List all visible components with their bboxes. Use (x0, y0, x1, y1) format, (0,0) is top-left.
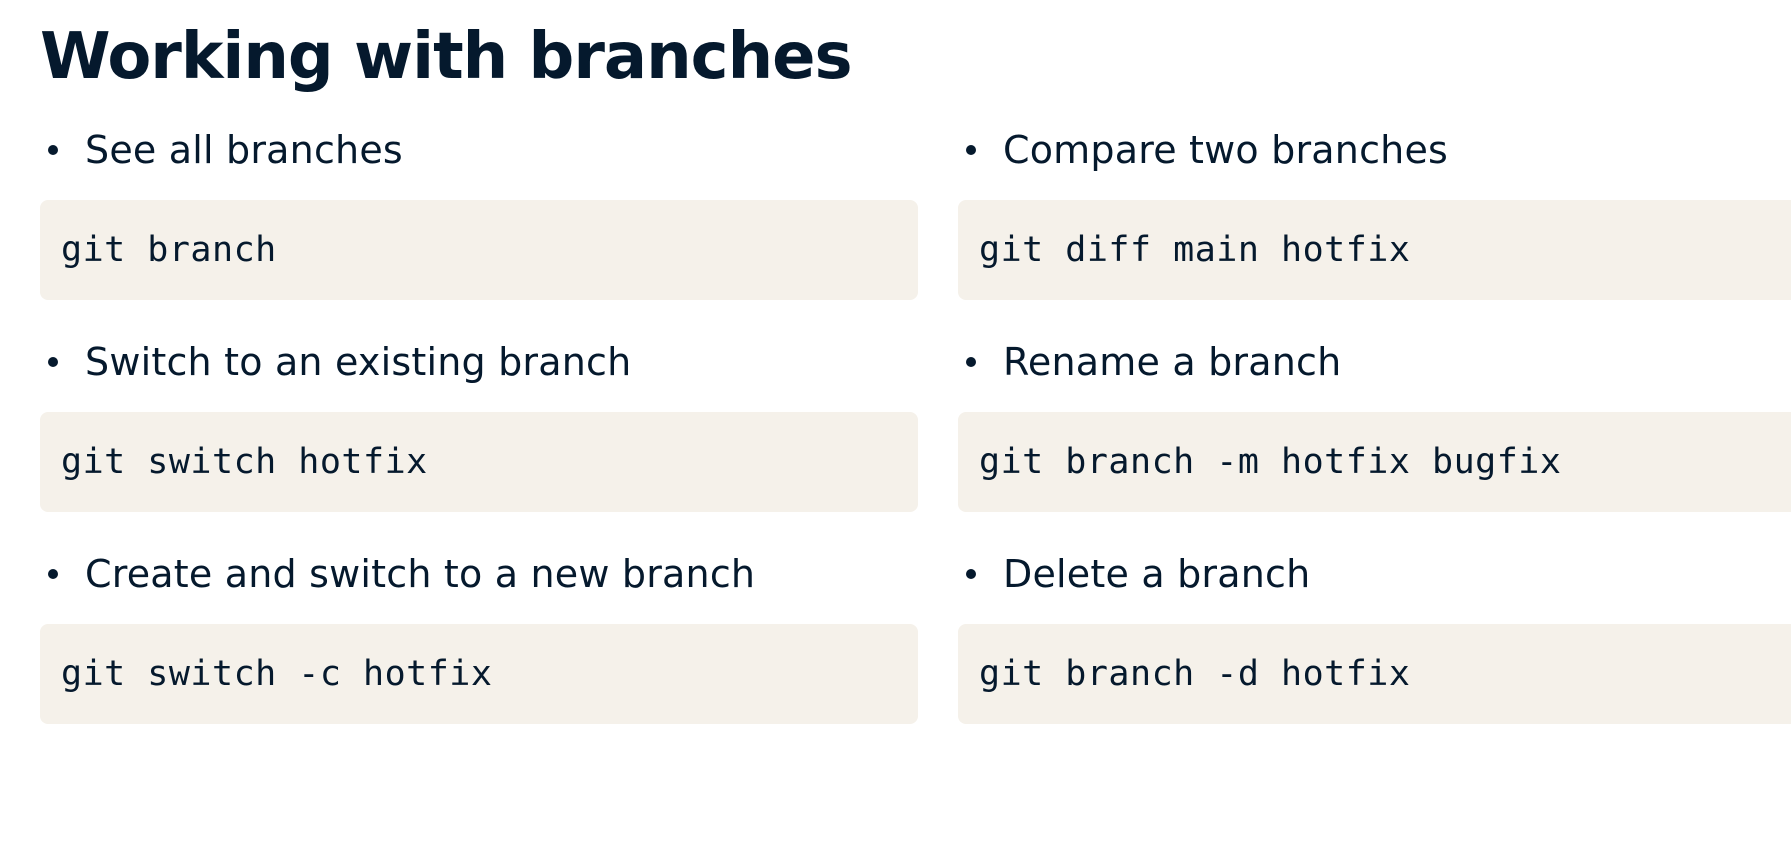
bullet-icon (48, 145, 58, 155)
bullet-icon (48, 357, 58, 367)
bullet-label: Rename a branch (1003, 340, 1342, 384)
code-block[interactable]: git switch -c hotfix (40, 624, 918, 724)
command-section: Switch to an existing branch git switch … (40, 326, 918, 538)
command-section: Rename a branch git branch -m hotfix bug… (958, 326, 1791, 538)
code-block[interactable]: git branch -m hotfix bugfix (958, 412, 1791, 512)
bullet-label: Delete a branch (1003, 552, 1311, 596)
command-section: See all branches git branch (40, 114, 918, 326)
bullet-icon (966, 569, 976, 579)
code-command[interactable]: git switch -c hotfix (61, 654, 492, 694)
bullet-item: Create and switch to a new branch (40, 538, 918, 610)
code-block[interactable]: git branch -d hotfix (958, 624, 1791, 724)
bullet-label: Switch to an existing branch (85, 340, 632, 384)
page-title: Working with branches (40, 20, 853, 94)
bullet-icon (966, 145, 976, 155)
code-command[interactable]: git switch hotfix (61, 442, 428, 482)
bullet-icon (48, 569, 58, 579)
bullet-item: Delete a branch (958, 538, 1791, 610)
command-section: Create and switch to a new branch git sw… (40, 538, 918, 750)
bullet-label: Compare two branches (1003, 128, 1449, 172)
code-block[interactable]: git diff main hotfix (958, 200, 1791, 300)
command-section: Compare two branches git diff main hotfi… (958, 114, 1791, 326)
command-section: Delete a branch git branch -d hotfix (958, 538, 1791, 750)
bullet-item: See all branches (40, 114, 918, 186)
bullet-label: Create and switch to a new branch (85, 552, 756, 596)
bullet-item: Rename a branch (958, 326, 1791, 398)
right-column: Compare two branches git diff main hotfi… (958, 114, 1791, 750)
bullet-icon (966, 357, 976, 367)
code-block[interactable]: git branch (40, 200, 918, 300)
bullet-item: Switch to an existing branch (40, 326, 918, 398)
bullet-item: Compare two branches (958, 114, 1791, 186)
code-block[interactable]: git switch hotfix (40, 412, 918, 512)
code-command[interactable]: git branch -d hotfix (979, 654, 1410, 694)
bullet-label: See all branches (85, 128, 403, 172)
code-command[interactable]: git diff main hotfix (979, 230, 1410, 270)
code-command[interactable]: git branch (61, 230, 277, 270)
left-column: See all branches git branch Switch to an… (40, 114, 918, 750)
code-command[interactable]: git branch -m hotfix bugfix (979, 442, 1561, 482)
